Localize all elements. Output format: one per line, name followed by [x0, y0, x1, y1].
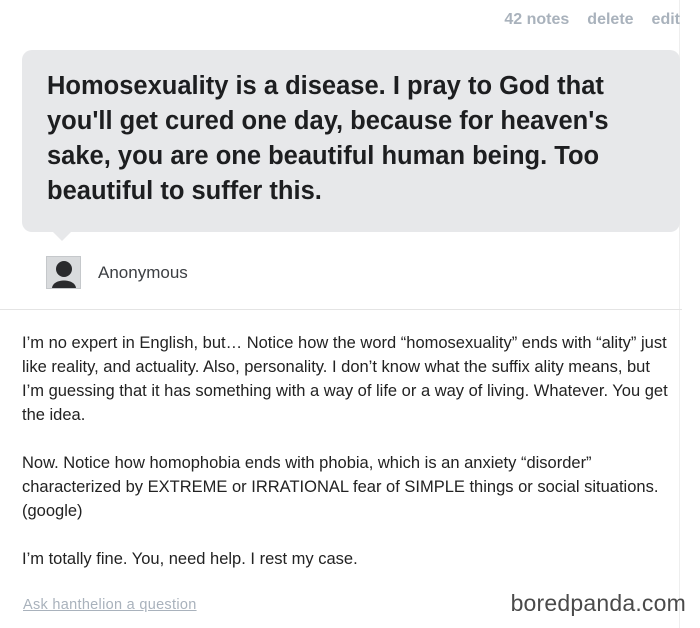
bubble-tail: [53, 232, 71, 241]
ask-question-link[interactable]: Ask hanthelion a question: [23, 597, 197, 613]
anonymous-silhouette-icon: [46, 256, 81, 289]
asker: Anonymous: [46, 256, 188, 289]
delete-link[interactable]: delete: [587, 11, 633, 29]
asker-name: Anonymous: [98, 262, 188, 282]
watermark: boredpanda.com: [510, 590, 686, 616]
question-text: Homosexuality is a disease. I pray to Go…: [47, 72, 609, 205]
answer-paragraph: I’m totally fine. You, need help. I rest…: [22, 550, 358, 568]
question-bubble: Homosexuality is a disease. I pray to Go…: [22, 50, 680, 232]
edit-link[interactable]: edit: [652, 11, 680, 29]
post-actions: 42 notes delete edit: [504, 11, 680, 29]
answer-paragraph: I’m no expert in English, but… Notice ho…: [22, 334, 668, 424]
answer-paragraph: Now. Notice how homophobia ends with pho…: [22, 454, 659, 520]
divider: [0, 309, 682, 310]
answer-body: I’m no expert in English, but… Notice ho…: [22, 331, 672, 595]
notes-count[interactable]: 42 notes: [504, 11, 569, 29]
